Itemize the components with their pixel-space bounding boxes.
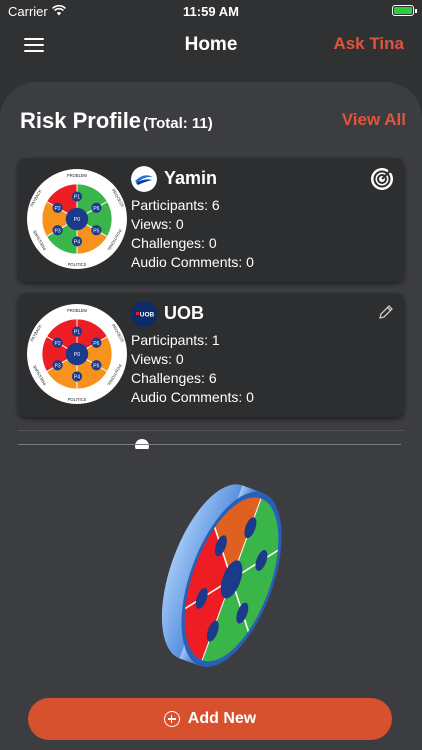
svg-text:P2: P2 xyxy=(55,341,61,347)
risk-wheel-chart: P1P6P5P4P3P2P0 PROBLEM PROCESS POSITIONA… xyxy=(27,169,127,269)
wheel-label-politics: POLITICS xyxy=(68,262,87,267)
view-all-link[interactable]: View All xyxy=(342,110,406,130)
svg-text:P3: P3 xyxy=(55,228,61,234)
risk-wheel-chart: P1P6P5P4P3P2P0 PROBLEM PROCESS POSITIONA… xyxy=(27,304,127,404)
top-nav: Home Ask Tina xyxy=(0,30,422,60)
svg-text:P0: P0 xyxy=(74,217,80,223)
svg-text:P4: P4 xyxy=(74,374,80,380)
svg-text:P1: P1 xyxy=(74,330,80,336)
svg-text:P6: P6 xyxy=(93,341,99,347)
participants-count: Participants: 1 xyxy=(131,332,220,348)
challenges-count: Challenges: 0 xyxy=(131,235,217,251)
card-stats: Participants: 6 Views: 0 Challenges: 0 A… xyxy=(131,196,254,272)
risk-profile-title: Risk Profile xyxy=(20,108,142,133)
clock: 11:59 AM xyxy=(183,4,239,19)
views-count: Views: 0 xyxy=(131,351,184,367)
risk-card-uob[interactable]: P1 P6 P5 P4 P3 P2 P0 PROBLEM PROCESS POSITIONA… xyxy=(18,293,404,417)
svg-text:P4: P4 xyxy=(74,239,80,245)
views-count: Views: 0 xyxy=(131,216,184,232)
plus-icon xyxy=(163,711,180,727)
svg-text:P5: P5 xyxy=(93,363,99,369)
target-icon[interactable] xyxy=(370,167,394,191)
wheel-label-politics: POLITICS xyxy=(68,397,87,402)
svg-text:P5: P5 xyxy=(93,228,99,234)
uob-logo: UOB xyxy=(131,301,157,327)
svg-text:P1: P1 xyxy=(74,195,80,201)
audio-comments-count: Audio Comments: 0 xyxy=(131,254,254,270)
card-stats: Participants: 1 Views: 0 Challenges: 6 A… xyxy=(131,331,254,407)
card-name: Yamin xyxy=(164,168,218,188)
svg-text:P0: P0 xyxy=(74,352,80,358)
add-new-label: Add New xyxy=(187,710,257,727)
risk-profile-total: (Total: 11) xyxy=(143,115,213,132)
pencil-icon[interactable] xyxy=(378,304,394,320)
audio-comments-count: Audio Comments: 0 xyxy=(131,389,254,405)
risk-profile-panel: Risk Profile (Total: 11) View All P1 P6 P5 P… xyxy=(0,82,422,750)
status-bar: Carrier 11:59 AM xyxy=(0,0,422,24)
risk-profile-heading: Risk Profile (Total: 11) xyxy=(20,108,213,134)
yamin-logo xyxy=(131,166,157,192)
card-name: UOB xyxy=(164,303,204,323)
add-new-button[interactable]: Add New xyxy=(28,698,392,740)
uob-logo-text: UOB xyxy=(140,312,155,319)
challenges-count: Challenges: 6 xyxy=(131,370,217,386)
svg-text:P2: P2 xyxy=(55,206,61,212)
risk-card-yamin[interactable]: P1 P6 P5 P4 P3 P2 P0 PROBLEM PROCESS POSITIONA… xyxy=(18,158,404,282)
divider xyxy=(18,444,401,445)
wheel-label-problem: PROBLEM xyxy=(67,173,88,178)
svg-text:P6: P6 xyxy=(93,206,99,212)
participants-count: Participants: 6 xyxy=(131,197,220,213)
ask-tina-button[interactable]: Ask Tina xyxy=(333,34,404,54)
risk-card-partial[interactable] xyxy=(18,430,404,449)
wheel-label-problem: PROBLEM xyxy=(67,308,88,313)
svg-text:P3: P3 xyxy=(55,363,61,369)
battery-icon xyxy=(392,5,417,16)
risk-wheel-3d-illustration xyxy=(161,484,282,667)
